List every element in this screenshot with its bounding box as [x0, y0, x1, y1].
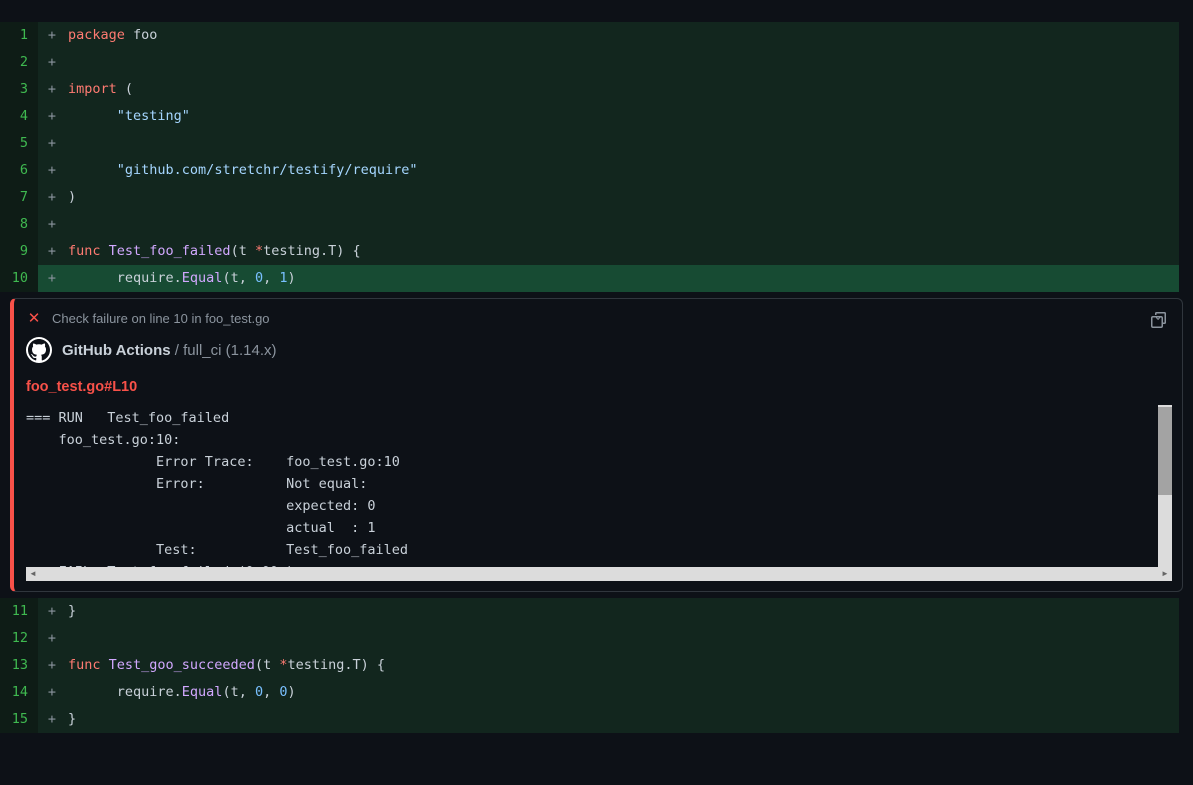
line-number[interactable]: 10 [0, 265, 38, 292]
line-number[interactable]: 6 [0, 157, 38, 184]
code-content [62, 49, 1179, 76]
scroll-right-arrow-icon[interactable]: ► [1158, 567, 1172, 581]
code-content: "testing" [62, 103, 1179, 130]
diff-marker: + [38, 49, 62, 76]
check-failure-text: Check failure on line 10 in foo_test.go [52, 311, 270, 326]
line-number[interactable]: 11 [0, 598, 38, 625]
code-content: require.Equal(t, 0, 1) [62, 265, 1179, 292]
copy-icon[interactable] [1146, 307, 1172, 333]
code-content: import ( [62, 76, 1179, 103]
workflow-name[interactable]: GitHub Actions / full_ci (1.14.x) [62, 342, 276, 359]
diff-marker: + [38, 184, 62, 211]
line-number[interactable]: 3 [0, 76, 38, 103]
code-content: } [62, 598, 1179, 625]
check-annotation: ✕ Check failure on line 10 in foo_test.g… [10, 298, 1183, 592]
code-content: "github.com/stretchr/testify/require" [62, 157, 1179, 184]
code-content: func Test_foo_failed(t *testing.T) { [62, 238, 1179, 265]
diff-line[interactable]: 5+ [0, 130, 1193, 157]
code-content [62, 130, 1179, 157]
code-content: require.Equal(t, 0, 0) [62, 679, 1179, 706]
scroll-left-arrow-icon[interactable]: ◄ [26, 567, 40, 581]
x-fail-icon: ✕ [26, 309, 42, 327]
diff-marker: + [38, 265, 62, 292]
code-content [62, 625, 1179, 652]
line-number[interactable]: 14 [0, 679, 38, 706]
line-number[interactable]: 9 [0, 238, 38, 265]
diff-marker: + [38, 211, 62, 238]
diff-marker: + [38, 679, 62, 706]
code-content: ) [62, 184, 1179, 211]
diff-marker: + [38, 706, 62, 733]
line-number[interactable]: 13 [0, 652, 38, 679]
line-number[interactable]: 4 [0, 103, 38, 130]
diff-line[interactable]: 6+ "github.com/stretchr/testify/require" [0, 157, 1193, 184]
scrollbar-vertical[interactable] [1158, 405, 1172, 567]
diff-line[interactable]: 9+func Test_foo_failed(t *testing.T) { [0, 238, 1193, 265]
code-content: func Test_goo_succeeded(t *testing.T) { [62, 652, 1179, 679]
diff-view: 1+package foo2+3+import (4+ "testing"5+6… [0, 0, 1193, 733]
line-number[interactable]: 5 [0, 130, 38, 157]
diff-marker: + [38, 238, 62, 265]
scrollbar-horizontal[interactable]: ◄ ► [26, 567, 1172, 581]
line-number[interactable]: 15 [0, 706, 38, 733]
diff-marker: + [38, 598, 62, 625]
annotation-output: === RUN Test_foo_failed foo_test.go:10: … [26, 405, 1172, 581]
diff-line[interactable]: 14+ require.Equal(t, 0, 0) [0, 679, 1193, 706]
diff-line[interactable]: 2+ [0, 49, 1193, 76]
line-number[interactable]: 8 [0, 211, 38, 238]
diff-line[interactable]: 11+} [0, 598, 1193, 625]
diff-line[interactable]: 1+package foo [0, 22, 1193, 49]
diff-marker: + [38, 76, 62, 103]
diff-marker: + [38, 652, 62, 679]
diff-line[interactable]: 4+ "testing" [0, 103, 1193, 130]
github-icon [26, 337, 52, 363]
diff-line[interactable]: 3+import ( [0, 76, 1193, 103]
diff-line[interactable]: 15+} [0, 706, 1193, 733]
line-number[interactable]: 1 [0, 22, 38, 49]
code-content: } [62, 706, 1179, 733]
diff-line[interactable]: 10+ require.Equal(t, 0, 1) [0, 265, 1193, 292]
diff-line[interactable]: 13+func Test_goo_succeeded(t *testing.T)… [0, 652, 1193, 679]
code-content [62, 211, 1179, 238]
diff-marker: + [38, 157, 62, 184]
diff-line[interactable]: 7+) [0, 184, 1193, 211]
diff-line[interactable]: 8+ [0, 211, 1193, 238]
diff-marker: + [38, 103, 62, 130]
line-number[interactable]: 12 [0, 625, 38, 652]
diff-marker: + [38, 22, 62, 49]
line-number[interactable]: 2 [0, 49, 38, 76]
code-content: package foo [62, 22, 1179, 49]
diff-line[interactable]: 12+ [0, 625, 1193, 652]
workflow-bold: GitHub Actions [62, 342, 171, 359]
diff-marker: + [38, 625, 62, 652]
line-number[interactable]: 7 [0, 184, 38, 211]
annotation-file-link[interactable]: foo_test.go#L10 [14, 371, 1182, 405]
diff-marker: + [38, 130, 62, 157]
workflow-rest: / full_ci (1.14.x) [171, 342, 277, 359]
